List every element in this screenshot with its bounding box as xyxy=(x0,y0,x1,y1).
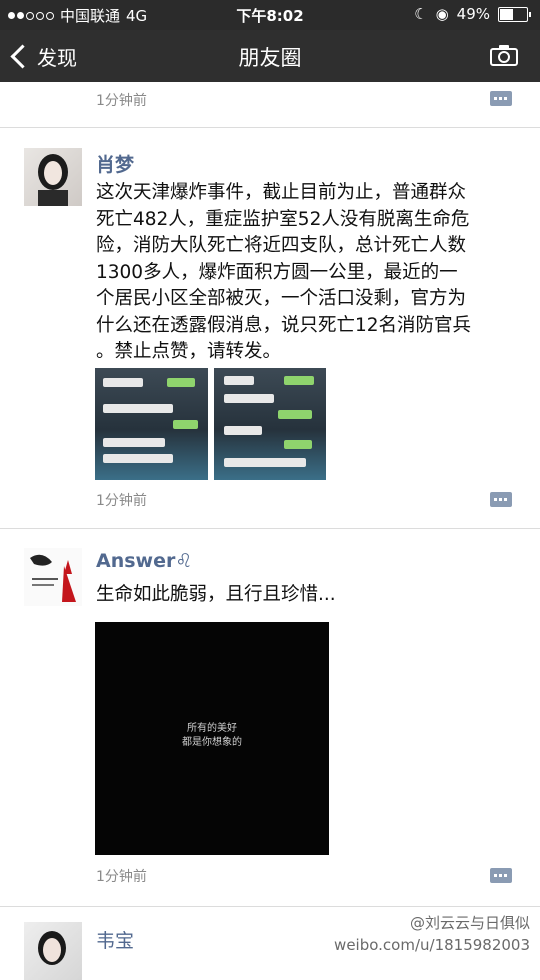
post-text: 生命如此脆弱，且行且珍惜... xyxy=(96,584,336,605)
avatar[interactable] xyxy=(24,922,82,980)
orientation-lock-icon: ◉ xyxy=(435,5,449,23)
post-image[interactable] xyxy=(95,368,208,480)
avatar[interactable] xyxy=(24,148,82,206)
nav-bar: 发现 朋友圈 xyxy=(0,30,540,82)
post-author[interactable]: 肖梦 xyxy=(96,150,134,177)
comment-icon[interactable] xyxy=(490,91,512,106)
camera-icon[interactable] xyxy=(490,44,518,66)
status-bar: 中国联通 4G 下午8:02 ☾ ◉ 49% xyxy=(0,0,540,30)
post-author[interactable]: 韦宝 xyxy=(96,926,134,953)
post-text: 这次天津爆炸事件，截止目前为止，普通群众 死亡482人，重症监护室52人没有脱离… xyxy=(96,182,472,362)
avatar[interactable] xyxy=(24,548,82,606)
watermark-url: weibo.com/u/1815982003 xyxy=(334,936,530,954)
post-divider xyxy=(0,906,540,907)
comment-icon[interactable] xyxy=(490,868,512,883)
post-image[interactable] xyxy=(214,368,326,480)
watermark-handle: @刘云云与日俱似 xyxy=(409,914,530,932)
post-image[interactable]: 所有的美好 都是你想象的 xyxy=(95,622,329,855)
post-divider xyxy=(0,127,540,128)
post-timestamp: 1分钟前 xyxy=(96,93,147,109)
comment-icon[interactable] xyxy=(490,492,512,507)
post-timestamp: 1分钟前 xyxy=(96,869,147,885)
battery-icon xyxy=(498,6,531,22)
post-divider xyxy=(0,528,540,529)
moon-icon: ☾ xyxy=(414,5,428,23)
battery-percent: 49% xyxy=(456,5,490,23)
post-timestamp: 1分钟前 xyxy=(96,493,147,509)
page-title: 朋友圈 xyxy=(238,46,302,70)
image-caption: 所有的美好 都是你想象的 xyxy=(182,723,242,748)
post-author[interactable]: Answer♌ xyxy=(96,550,192,572)
